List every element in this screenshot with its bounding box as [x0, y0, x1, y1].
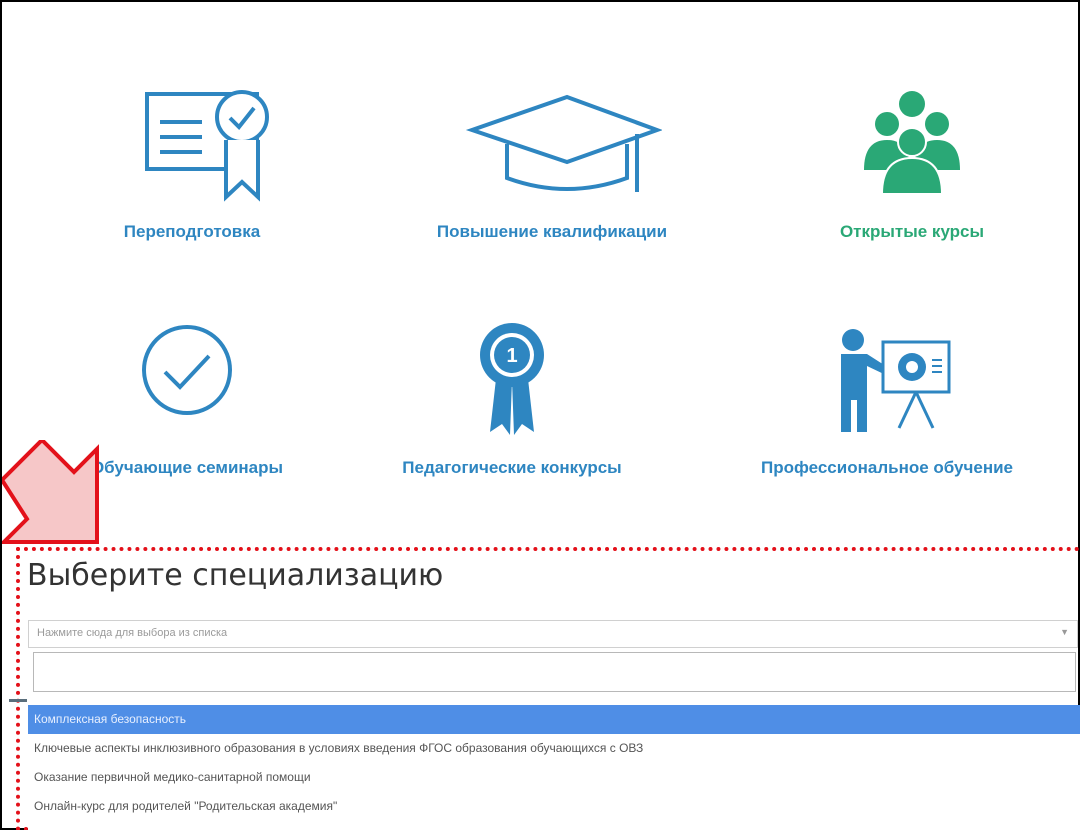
list-item[interactable]: Оказание первичной медико-санитарной пом…: [28, 763, 1080, 792]
side-marker: [9, 699, 27, 702]
list-item[interactable]: Онлайн-курс для родителей "Родительская …: [28, 792, 1080, 821]
category-qualification-label[interactable]: Повышение квалификации: [392, 222, 712, 242]
specialization-title: Выберите специализацию: [27, 558, 444, 593]
specialization-dropdown-list: Комплексная безопасность Ключевые аспект…: [28, 705, 1080, 830]
category-professional-label[interactable]: Профессиональное обучение: [727, 458, 1047, 478]
list-item[interactable]: Ключевые аспекты инклюзивного образовани…: [28, 734, 1080, 763]
select-placeholder: Нажмите сюда для выбора из списка: [37, 627, 228, 639]
group-people-icon: [864, 91, 960, 195]
category-contests-label[interactable]: Педагогические конкурсы: [352, 458, 672, 478]
presentation-teacher-icon: [841, 329, 951, 432]
category-open-courses[interactable]: Открытые курсы: [752, 82, 1072, 241]
specialization-select[interactable]: Нажмите сюда для выбора из списка ▼: [28, 620, 1078, 648]
category-seminars[interactable]: Обучающие семинары: [27, 320, 347, 477]
award-ribbon-icon: 1: [480, 323, 544, 435]
category-qualification[interactable]: Повышение квалификации: [392, 82, 712, 241]
svg-text:1: 1: [506, 345, 517, 367]
category-retraining-label[interactable]: Переподготовка: [32, 222, 352, 242]
chevron-down-icon: ▼: [1060, 627, 1069, 637]
select-search-input[interactable]: [33, 652, 1076, 692]
category-retraining[interactable]: Переподготовка: [32, 82, 352, 241]
category-contests[interactable]: 1 Педагогические конкурсы: [352, 320, 672, 477]
category-open-courses-label[interactable]: Открытые курсы: [752, 222, 1072, 242]
category-professional[interactable]: Профессиональное обучение: [727, 320, 1047, 477]
certificate-icon: [145, 90, 269, 202]
page-frame: Переподготовка Повышение квалификации От…: [0, 0, 1080, 830]
check-circle-icon: [142, 325, 232, 415]
graduation-cap-icon: [465, 94, 662, 192]
annotation-arrow-icon: [2, 440, 99, 544]
list-item[interactable]: Комплексная безопасность: [28, 705, 1080, 734]
